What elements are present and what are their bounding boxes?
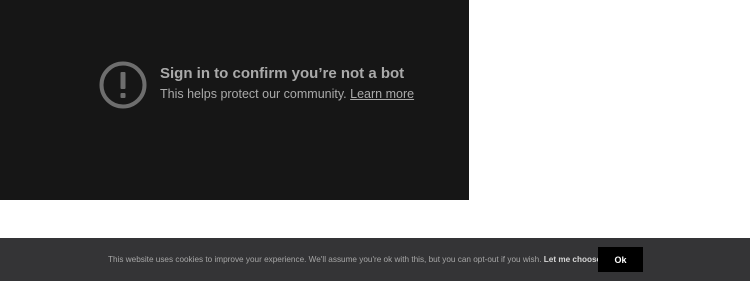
let-me-choose-link[interactable]: Let me choose	[544, 255, 601, 264]
bot-check-notice: Sign in to confirm you’re not a bot This…	[98, 60, 414, 110]
alert-circle-icon	[99, 61, 147, 109]
notice-body-text: This helps protect our community.	[160, 87, 347, 101]
cookie-message-text: This website uses cookies to improve you…	[108, 255, 542, 264]
cookie-message: This website uses cookies to improve you…	[108, 254, 609, 266]
notice-title: Sign in to confirm you’re not a bot	[160, 65, 405, 82]
learn-more-link[interactable]: Learn more	[350, 87, 414, 101]
ok-button[interactable]: Ok	[598, 247, 643, 272]
page: Sign in to confirm you’re not a bot This…	[0, 0, 750, 281]
notice-text: Sign in to confirm you’re not a bot This…	[160, 60, 414, 102]
video-embed[interactable]: Sign in to confirm you’re not a bot This…	[0, 0, 469, 200]
cookie-consent-bar: This website uses cookies to improve you…	[0, 238, 750, 281]
notice-body: This helps protect our community. Learn …	[160, 86, 414, 102]
